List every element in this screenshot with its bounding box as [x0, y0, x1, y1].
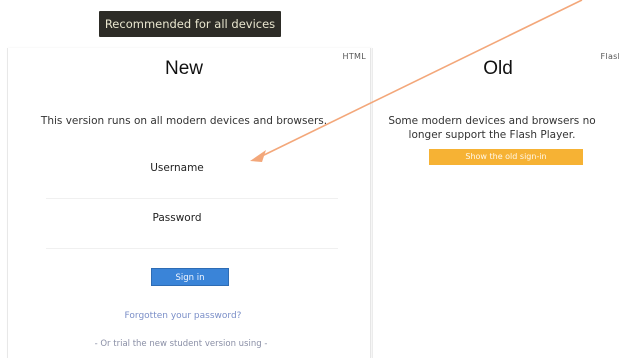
new-panel-title: New — [164, 58, 203, 79]
old-description-line-2: longer support the Flash Player. — [408, 129, 576, 141]
password-input[interactable] — [46, 228, 338, 249]
username-label: Username — [150, 162, 204, 174]
student-trial-text: - Or trial the new student version using… — [94, 339, 268, 349]
show-old-sign-in-button[interactable]: Show the old sign-in — [429, 149, 583, 165]
new-signin-panel: HTML New This version runs on all modern… — [7, 48, 371, 358]
old-panel-description: Some modern devices and browsers no long… — [367, 114, 617, 142]
sign-in-button[interactable]: Sign in — [151, 268, 229, 286]
recommended-banner: Recommended for all devices — [99, 11, 281, 37]
new-panel-description: This version runs on all modern devices … — [40, 115, 328, 127]
old-panel-title: Old — [483, 58, 513, 79]
username-input[interactable] — [46, 178, 338, 199]
forgot-password-link[interactable]: Forgotten your password? — [2, 311, 364, 321]
old-signin-panel: Flash Old Some modern devices and browse… — [372, 48, 619, 358]
old-description-line-1: Some modern devices and browsers no — [388, 115, 596, 127]
password-label: Password — [152, 212, 202, 224]
